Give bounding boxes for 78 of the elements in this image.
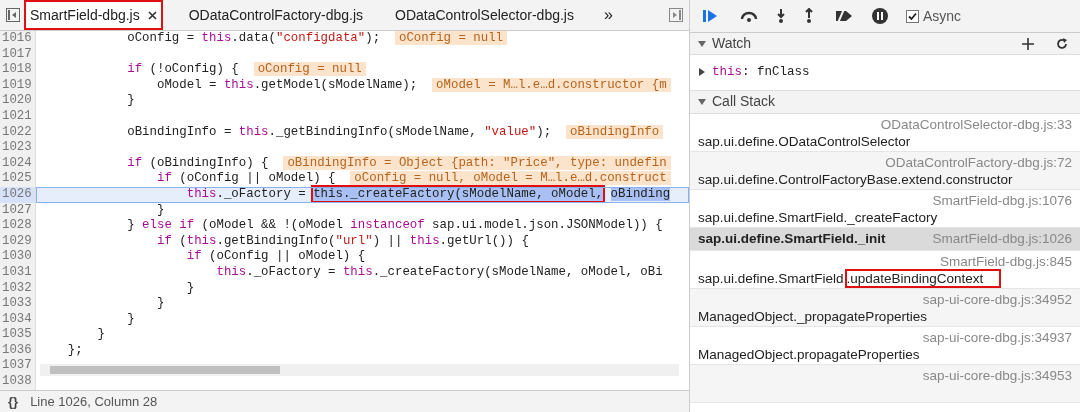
file-tab[interactable]: ODataControlFactory-dbg.js	[182, 0, 369, 30]
string-literal: "value"	[484, 124, 537, 139]
keyword: this	[238, 124, 269, 139]
file-tab[interactable]: SmartField-dbg.js	[24, 0, 163, 30]
code-line: }	[96, 327, 105, 343]
inline-value: oConfig = null	[253, 62, 366, 77]
code-line: };	[66, 342, 83, 359]
step-out-icon[interactable]	[804, 8, 814, 24]
string-literal: "configdata"	[275, 31, 366, 45]
selected-code: this._createFactory(sModelName, oModel,	[313, 186, 604, 201]
keyword: if	[127, 155, 143, 170]
async-checkbox[interactable]: Async	[906, 5, 962, 27]
code-line: if (oBindingInfo) { oBindingInfo = Object {path: "Price", type: undefin	[36, 155, 671, 172]
line-number: 1025	[0, 171, 36, 187]
keyword: this	[216, 264, 247, 279]
keyword: if	[127, 62, 143, 77]
code-line: }	[126, 93, 135, 109]
code-line: oBindingInfo = this._getBindingInfo(sModelName, "value"); oBindingInfo	[36, 124, 664, 141]
keyword: instanceof	[350, 218, 425, 233]
checkbox[interactable]	[906, 9, 919, 23]
refresh-icon[interactable]	[1056, 37, 1068, 50]
keyword: this	[186, 233, 217, 248]
expand-arrow-icon[interactable]	[698, 68, 706, 77]
keyword: if	[157, 171, 172, 186]
sidebar-toggle-icon[interactable]	[6, 8, 20, 22]
line-number: 1038	[0, 374, 36, 390]
line-number: 1016	[0, 31, 36, 47]
call-frame[interactable]: sap.ui.define.SmartField._init SmartField-dbg.js:1026	[690, 227, 1080, 251]
pause-icon[interactable]	[872, 8, 888, 24]
code-line: this._oFactory = this._createFactory(sModelName, oModel, oBi	[215, 264, 663, 281]
code-line: }	[155, 202, 165, 219]
add-icon[interactable]	[1022, 37, 1034, 50]
keyword: if	[186, 249, 202, 264]
panel-toggle-icon[interactable]	[669, 8, 683, 22]
close-icon[interactable]	[147, 10, 157, 20]
code-line: } else if (oModel && !(oModel instanceof sap.ui.model.json.JSONModel)) {	[126, 218, 663, 234]
inline-value: oConfig = null	[394, 31, 508, 45]
inline-value: oBindingInfo = Object {path: "Price", type: undefin	[283, 155, 671, 170]
cursor-position: Line 1026, Column 28	[30, 392, 158, 411]
line-number: 1035	[0, 327, 36, 343]
line-number: 1030	[0, 249, 36, 265]
code-line: if (oConfig || oModel) {	[185, 249, 366, 265]
pretty-print-button[interactable]: {}	[8, 391, 19, 412]
code-line: oModel = this.getModel(sModelName); oModel = M…l.e…d.constructor {m	[36, 77, 671, 94]
line-number: 1020	[0, 93, 36, 109]
keyword: this	[409, 233, 440, 248]
step-into-icon[interactable]	[776, 8, 786, 24]
keyword: this	[342, 264, 373, 279]
string-literal: "url"	[335, 233, 373, 248]
inline-value: oModel = M…l.e…d.constructor {m	[432, 77, 671, 92]
highlight-box: .updateBindingContext	[846, 270, 1000, 286]
code-line: }	[126, 311, 135, 328]
keyword: else if	[142, 218, 195, 233]
horizontal-scrollbar[interactable]	[40, 364, 679, 376]
line-number: 1028	[0, 218, 36, 234]
code-line: oConfig = this.data("configdata"); oConfig = null	[36, 31, 508, 47]
line-number: 1018	[0, 62, 36, 78]
step-over-icon[interactable]	[740, 10, 758, 22]
line-number: 1033	[0, 296, 36, 312]
code-line: if (this.getBindingInfo("url") || this.getUrl()) {	[156, 233, 529, 250]
keyword: this	[223, 77, 254, 92]
section-header[interactable]: Call Stack	[690, 90, 1080, 114]
code-line: if (!oConfig) { oConfig = null	[36, 62, 366, 78]
line-number: 1023	[0, 140, 36, 156]
line-number: 1037	[0, 358, 36, 375]
call-frame[interactable]: ODataControlFactory-dbg.js:72 sap.ui.define.ControlFactoryBase.extend.constructor	[690, 151, 1080, 190]
selected-code: oBinding	[610, 186, 671, 201]
keyword: this	[186, 186, 217, 201]
file-tab[interactable]: ODataControlSelector-dbg.js	[389, 0, 580, 30]
code-line: if (oConfig || oModel) { oConfig = null, oModel = M…l.e…d.construct	[36, 171, 671, 187]
code-line: }	[155, 296, 165, 312]
code-line: }	[185, 280, 195, 297]
inline-value: oBindingInfo	[565, 124, 664, 139]
more-tabs-button[interactable]: »	[604, 3, 613, 27]
keyword: this	[201, 31, 232, 45]
inline-value: oConfig = null, oModel = M…l.e…d.construct	[350, 171, 671, 186]
call-frame[interactable]: sap-ui-core-dbg.js:34952 ManagedObject._propagateProperties	[690, 288, 1080, 327]
keyword: if	[157, 233, 172, 248]
